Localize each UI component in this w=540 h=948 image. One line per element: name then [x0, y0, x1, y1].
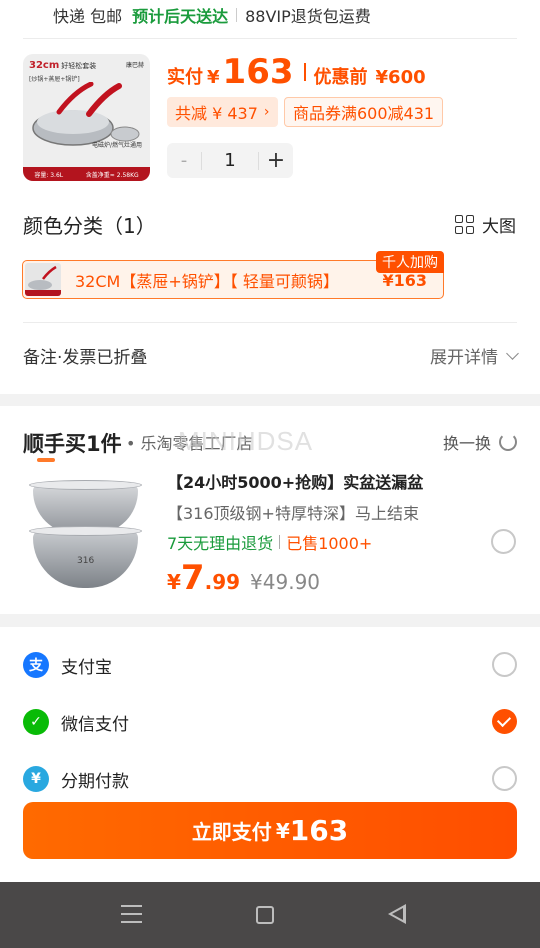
menu-icon[interactable]	[121, 905, 142, 923]
note-invoice-label: 备注·发票已折叠	[23, 348, 148, 368]
payment-radio-wechat[interactable]	[492, 709, 517, 734]
payment-option-alipay[interactable]: 支 支付宝	[23, 650, 517, 680]
divider	[279, 535, 281, 549]
product-image-specs: 容量: 3.6L 含盖净重≈ 2.58KG	[23, 167, 150, 181]
price-label: 实付	[167, 67, 203, 88]
final-price: 163	[222, 52, 294, 92]
refresh-icon	[499, 433, 517, 451]
savings-text: 共减 ¥ 437	[175, 104, 258, 123]
alipay-icon: 支	[23, 652, 49, 678]
basin-bowl: 316	[33, 530, 138, 588]
divider	[236, 8, 238, 22]
bowl-mark: 316	[77, 556, 95, 566]
divider	[23, 322, 517, 323]
shipping-info: 快递 包邮 预计后天送达 88VIP退货包运费	[53, 3, 371, 27]
currency-symbol: ¥	[275, 818, 290, 843]
price-row: 实付 ¥ 163 优惠前 ¥600	[167, 52, 426, 92]
installment-icon: ¥	[23, 766, 49, 792]
divider	[23, 38, 517, 39]
chevron-right-icon: ›	[263, 104, 270, 120]
currency-symbol: ¥	[207, 67, 220, 88]
wechat-icon: ✓	[23, 709, 49, 735]
payment-option-installment[interactable]: ¥ 分期付款	[23, 764, 517, 794]
pay-now-button[interactable]: 立即支付 ¥ 163	[23, 802, 517, 859]
payment-option-label: 微信支付	[61, 714, 129, 735]
decrease-quantity-button[interactable]: -	[167, 150, 201, 171]
wok-thumbnail-icon	[25, 265, 61, 296]
original-price-label: 优惠前	[313, 67, 368, 88]
sold-count: 已售1000+	[286, 534, 373, 553]
swap-label: 换一换	[442, 434, 491, 453]
product-image[interactable]: 32cm 好轻松套装 [炒锅+蒸屉+锅铲] 康巴赫 电磁炉/燃气灶通用 容量: 3…	[23, 54, 150, 181]
variant-price: ¥163	[382, 271, 427, 290]
payment-option-label: 支付宝	[61, 657, 112, 678]
coupon-chip[interactable]: 商品券满600减431	[284, 97, 444, 127]
addon-original-price: ¥49.90	[250, 570, 321, 594]
pay-button-label: 立即支付	[191, 820, 272, 844]
payment-radio-installment[interactable]	[492, 766, 517, 791]
popular-badge: 千人加购	[376, 251, 444, 273]
vip-return-note: 88VIP退货包运费	[245, 7, 371, 26]
addon-price-integer: 7	[180, 558, 205, 598]
addon-product-meta: 7天无理由退货 已售1000+	[167, 530, 372, 554]
addon-price: ¥ 7 .99 ¥49.90	[167, 558, 320, 598]
quantity-stepper: - 1 +	[167, 143, 293, 178]
bowl-rim	[29, 480, 142, 490]
increase-quantity-button[interactable]: +	[259, 148, 293, 173]
addon-price-decimal: .99	[204, 570, 241, 594]
addon-product-desc: 【316顶级钢+特厚特深】马上结束	[167, 504, 419, 523]
chevron-down-icon	[506, 347, 519, 360]
expand-details-label: 展开详情	[430, 348, 498, 368]
addon-title: 顺手买1件	[23, 428, 122, 462]
variant-section-title: 颜色分类（1）	[23, 214, 156, 238]
big-view-button[interactable]: 大图	[455, 212, 516, 237]
home-icon[interactable]	[256, 906, 274, 924]
order-card: 快递 包邮 预计后天送达 88VIP退货包运费 32cm 好轻松套装 [炒锅+蒸屉…	[0, 0, 540, 394]
product-image-brand: 康巴赫	[125, 62, 144, 69]
big-view-label: 大图	[482, 217, 516, 237]
payment-option-wechat[interactable]: ✓ 微信支付	[23, 707, 517, 737]
currency-symbol: ¥	[167, 570, 181, 594]
coupon-text: 商品券满600减431	[293, 104, 435, 123]
payment-radio-alipay[interactable]	[492, 652, 517, 677]
shipping-method: 快递 包邮	[53, 7, 123, 26]
quantity-value[interactable]: 1	[201, 151, 259, 170]
addon-select-radio[interactable]	[491, 529, 516, 554]
original-price: ¥600	[375, 67, 426, 88]
savings-chip[interactable]: 共减 ¥ 437 ›	[167, 97, 278, 127]
grid-icon	[455, 215, 474, 234]
variant-thumbnail	[25, 263, 61, 296]
payment-card: 支 支付宝 ✓ 微信支付 ¥ 分期付款 立即支付 ¥ 163	[0, 627, 540, 882]
addon-product-image[interactable]: 316	[23, 472, 150, 599]
watermark: MINIHDSA	[178, 426, 314, 456]
expand-details-button[interactable]: 展开详情	[430, 343, 519, 368]
product-image-note: 电磁炉/燃气灶通用	[91, 142, 142, 149]
swap-button[interactable]: 换一换	[443, 430, 517, 454]
return-policy: 7天无理由退货	[167, 534, 274, 553]
addon-product-name[interactable]: 【24小时5000+抢购】实盆送漏盆	[167, 469, 423, 493]
variant-label: 32CM【蒸屉+锅铲】【 轻量可颠锅】	[75, 271, 339, 291]
bowl-rim	[29, 526, 142, 536]
pay-button-amount: 163	[289, 814, 349, 847]
variant-option-selected[interactable]: 32CM【蒸屉+锅铲】【 轻量可颠锅】 ¥163 千人加购	[22, 251, 444, 299]
delivery-eta: 预计后天送达	[132, 7, 229, 26]
payment-option-label: 分期付款	[61, 771, 129, 792]
system-nav-bar	[0, 882, 540, 948]
title-underline	[37, 458, 55, 462]
back-icon[interactable]	[388, 904, 406, 924]
divider	[303, 63, 306, 81]
product-image-size-tag: 32cm 好轻松套装	[29, 60, 97, 71]
